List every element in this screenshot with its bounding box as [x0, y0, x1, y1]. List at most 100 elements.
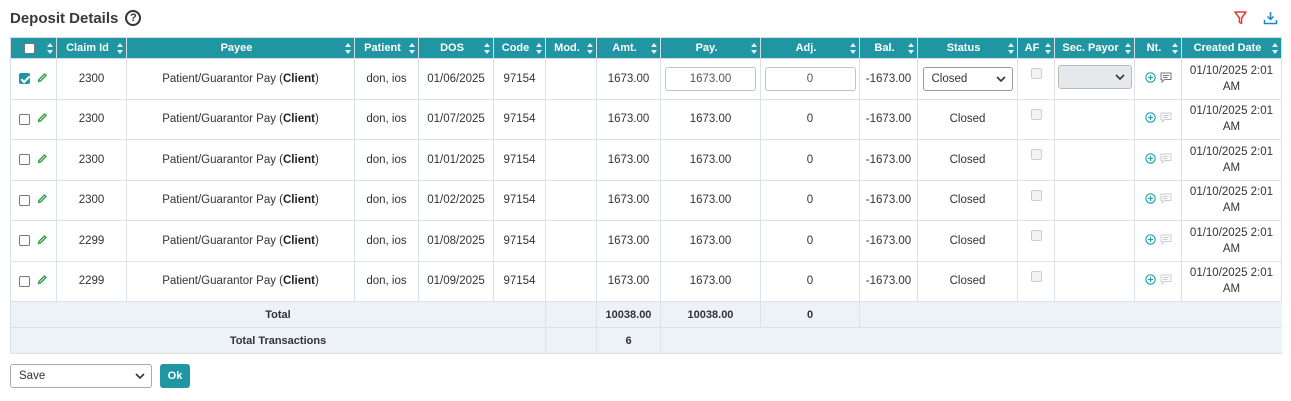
adj-input[interactable]: 0	[764, 66, 856, 91]
row-checkbox[interactable]	[19, 73, 30, 85]
ok-button[interactable]: Ok	[160, 364, 190, 388]
sort-icon[interactable]	[1045, 43, 1051, 54]
note-icon[interactable]	[1160, 112, 1172, 126]
add-note-icon[interactable]	[1144, 153, 1156, 167]
total-label: Total	[10, 301, 546, 328]
col-payee[interactable]: Payee	[126, 37, 355, 59]
col-code[interactable]: Code	[493, 37, 546, 59]
col-mod[interactable]: Mod.	[545, 37, 597, 59]
help-icon[interactable]: ?	[125, 10, 142, 26]
action-bar: Save Ok	[10, 364, 190, 388]
af-checkbox[interactable]	[1030, 68, 1042, 80]
add-note-icon[interactable]	[1144, 274, 1156, 288]
note-icon[interactable]	[1160, 193, 1172, 207]
action-select[interactable]: Save	[10, 364, 152, 388]
edit-pencil-icon[interactable]	[37, 234, 48, 248]
mod-cell	[545, 179, 597, 221]
af-checkbox[interactable]	[1030, 230, 1042, 242]
edit-pencil-icon[interactable]	[37, 193, 48, 207]
select-all-header[interactable]	[10, 37, 57, 59]
af-checkbox[interactable]	[1030, 108, 1042, 120]
sort-icon[interactable]	[536, 43, 542, 54]
note-icon[interactable]	[1160, 153, 1172, 167]
col-af[interactable]: AF	[1017, 37, 1055, 59]
sort-icon[interactable]	[1172, 43, 1178, 54]
row-checkbox[interactable]	[19, 194, 30, 206]
download-icon[interactable]	[1263, 11, 1278, 25]
total-transactions-count: 6	[596, 327, 661, 354]
table-row[interactable]: 2300 Patient/Guarantor Pay (Client) don, i…	[10, 58, 1282, 100]
row-checkbox[interactable]	[19, 275, 30, 287]
mod-cell	[545, 220, 597, 262]
note-icon[interactable]	[1160, 234, 1172, 248]
row-checkbox[interactable]	[19, 235, 30, 247]
add-note-icon[interactable]	[1144, 112, 1156, 126]
dos-cell: 01/07/2025	[418, 98, 494, 140]
col-pay[interactable]: Pay.	[660, 37, 761, 59]
status-select[interactable]: Closed	[922, 66, 1013, 91]
sort-icon[interactable]	[1008, 43, 1014, 54]
add-note-icon[interactable]	[1144, 193, 1156, 207]
status-cell: Closed	[917, 220, 1018, 262]
sort-icon[interactable]	[651, 43, 657, 54]
sort-icon[interactable]	[751, 43, 757, 54]
sort-icon[interactable]	[484, 43, 490, 54]
bal-cell: -1673.00	[859, 98, 918, 140]
table-row[interactable]: 2300 Patient/Guarantor Pay (Client) don, i…	[10, 98, 1282, 140]
col-adj[interactable]: Adj.	[760, 37, 860, 59]
sort-icon[interactable]	[1272, 43, 1278, 54]
af-checkbox[interactable]	[1030, 189, 1042, 201]
payee-cell: Patient/Guarantor Pay (Client)	[126, 260, 355, 302]
sort-icon[interactable]	[850, 43, 856, 54]
sort-icon[interactable]	[409, 43, 415, 54]
note-icon[interactable]	[1160, 72, 1172, 86]
sort-icon[interactable]	[47, 43, 53, 54]
row-checkbox[interactable]	[19, 154, 30, 166]
created-date-cell: 01/10/2025 2:01 AM	[1181, 58, 1282, 100]
add-note-icon[interactable]	[1144, 234, 1156, 248]
sort-icon[interactable]	[117, 43, 123, 54]
col-sec-payor[interactable]: Sec. Payor	[1054, 37, 1135, 59]
add-note-icon[interactable]	[1144, 72, 1156, 86]
chevron-down-icon	[1114, 74, 1125, 81]
edit-pencil-icon[interactable]	[37, 274, 48, 288]
mod-cell	[545, 260, 597, 302]
patient-cell: don, ios	[354, 58, 419, 100]
col-dos[interactable]: DOS	[418, 37, 494, 59]
col-status[interactable]: Status	[917, 37, 1018, 59]
total-adj: 0	[760, 301, 860, 328]
pay-input[interactable]: 1673.00	[665, 66, 756, 91]
col-created-date[interactable]: Created Date	[1181, 37, 1282, 59]
af-checkbox[interactable]	[1030, 149, 1042, 161]
col-nt[interactable]: Nt.	[1134, 37, 1182, 59]
patient-cell: don, ios	[354, 179, 419, 221]
note-icon[interactable]	[1160, 274, 1172, 288]
sort-icon[interactable]	[908, 43, 914, 54]
edit-pencil-icon[interactable]	[37, 112, 48, 126]
table-row[interactable]: 2300 Patient/Guarantor Pay (Client) don, i…	[10, 139, 1282, 181]
total-transactions-row: Total Transactions 6	[10, 327, 1282, 354]
col-amt[interactable]: Amt.	[596, 37, 661, 59]
sort-icon[interactable]	[345, 43, 351, 54]
row-checkbox[interactable]	[19, 113, 30, 125]
edit-pencil-icon[interactable]	[37, 153, 48, 167]
sec-payor-cell	[1054, 139, 1135, 181]
filter-icon[interactable]	[1234, 11, 1247, 25]
payee-cell: Patient/Guarantor Pay (Client)	[126, 58, 355, 100]
total-pay: 10038.00	[660, 301, 761, 328]
col-bal[interactable]: Bal.	[859, 37, 918, 59]
col-claim-id[interactable]: Claim Id	[56, 37, 127, 59]
created-date-cell: 01/10/2025 2:01 AM	[1181, 260, 1282, 302]
af-checkbox[interactable]	[1030, 270, 1042, 282]
sort-icon[interactable]	[1125, 43, 1131, 54]
edit-pencil-icon[interactable]	[37, 72, 48, 86]
sec-payor-select[interactable]	[1057, 65, 1132, 90]
table-row[interactable]: 2299 Patient/Guarantor Pay (Client) don, i…	[10, 220, 1282, 262]
dos-cell: 01/01/2025	[418, 139, 494, 181]
sort-icon[interactable]	[587, 43, 593, 54]
table-row[interactable]: 2300 Patient/Guarantor Pay (Client) don, i…	[10, 179, 1282, 221]
select-all-checkbox[interactable]	[24, 42, 35, 54]
col-patient[interactable]: Patient	[354, 37, 419, 59]
table-row[interactable]: 2299 Patient/Guarantor Pay (Client) don, i…	[10, 260, 1282, 302]
sec-payor-cell	[1054, 98, 1135, 140]
